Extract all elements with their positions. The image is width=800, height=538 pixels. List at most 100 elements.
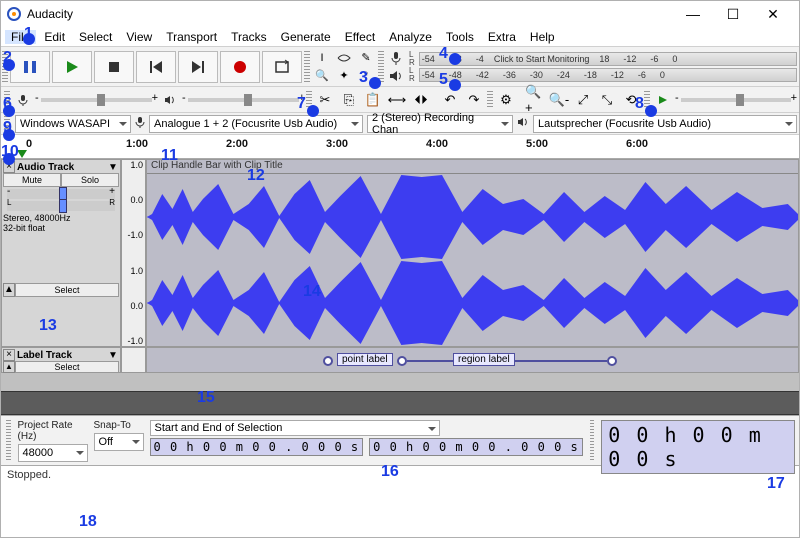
track-name[interactable]: Audio Track <box>17 162 105 173</box>
close-button[interactable]: ✕ <box>753 2 793 26</box>
track-menu-dropdown[interactable]: ▼ <box>107 162 119 173</box>
menu-select[interactable]: Select <box>73 30 118 44</box>
audio-host-dropdown[interactable]: Windows WASAPI <box>15 115 131 133</box>
select-track-button[interactable]: Select <box>15 283 119 297</box>
gain-slider[interactable]: -+ <box>7 189 115 199</box>
envelope-tool-icon[interactable] <box>333 49 355 67</box>
audio-clip[interactable]: Clip Handle Bar with Clip Title <box>146 159 799 347</box>
select-track-button[interactable]: Select <box>15 361 119 373</box>
maximize-button[interactable]: ☐ <box>713 2 753 26</box>
menu-view[interactable]: View <box>120 30 158 44</box>
track-control-panel[interactable]: × Label Track ▼ ▲ Select <box>1 347 121 373</box>
selection-end-time[interactable]: 0 0 h 0 0 m 0 0 . 0 0 0 s <box>369 438 583 456</box>
rec-device-dropdown[interactable]: Analogue 1 + 2 (Focusrite Usb Audio) <box>149 115 363 133</box>
menu-tracks[interactable]: Tracks <box>225 30 273 44</box>
menu-analyze[interactable]: Analyze <box>383 30 438 44</box>
collapse-button[interactable]: ▲ <box>3 283 15 297</box>
pause-button[interactable] <box>10 51 50 83</box>
zoom-in-icon[interactable]: 🔍+ <box>524 90 546 110</box>
label-handle-icon[interactable] <box>607 356 617 366</box>
speaker-icon[interactable] <box>385 67 407 85</box>
label-handle-icon[interactable] <box>323 356 333 366</box>
project-rate-label: Project Rate (Hz) <box>18 420 88 442</box>
recording-meter[interactable]: -54-48 -4 Click to Start Monitoring 18-1… <box>419 52 797 66</box>
menu-transport[interactable]: Transport <box>160 30 223 44</box>
annotation-marker <box>645 105 657 117</box>
zoom-tool-icon[interactable]: 🔍 <box>311 67 333 85</box>
copy-icon[interactable]: ⎘ <box>338 90 360 110</box>
track-control-panel[interactable]: × Audio Track ▼ Mute Solo -+ LR Stereo, … <box>1 159 121 347</box>
track-close-button[interactable]: × <box>3 349 15 361</box>
menu-edit[interactable]: Edit <box>38 30 71 44</box>
setup-icon[interactable]: ⚙ <box>495 90 517 110</box>
track-name[interactable]: Label Track <box>17 350 105 361</box>
playback-meter[interactable]: -54-48-42-36-30-24-18-12-60 <box>419 68 797 82</box>
skip-start-button[interactable] <box>136 51 176 83</box>
toolbar-grip[interactable] <box>590 420 595 460</box>
draw-tool-icon[interactable]: ✎ <box>355 49 377 67</box>
play-volume-slider[interactable]: -+ <box>188 98 299 102</box>
track-empty-area[interactable] <box>1 391 799 415</box>
fit-project-icon[interactable]: ⤡ <box>596 90 618 110</box>
toolbar-grip[interactable] <box>6 420 11 460</box>
skip-end-button[interactable] <box>178 51 218 83</box>
fit-selection-icon[interactable]: ⤢ <box>572 90 594 110</box>
mute-button[interactable]: Mute <box>3 173 61 187</box>
stop-button[interactable] <box>94 51 134 83</box>
edit-toolbar-row: -+ -+ ✂ ⎘ 📋 ⟷ ⏴⏵ ↶ ↷ ⚙ 🔍+ 🔍- ⤢ ⤡ ⟲ -+ <box>1 87 799 113</box>
zoom-out-icon[interactable]: 🔍- <box>548 90 570 110</box>
selection-tool-icon[interactable]: I <box>311 49 333 67</box>
rec-channels-dropdown[interactable]: 2 (Stereo) Recording Chan <box>367 115 513 133</box>
timeline-ruler[interactable]: 01:002:003:004:005:006:00 <box>1 135 799 159</box>
rec-volume-slider[interactable]: -+ <box>41 98 152 102</box>
pan-slider[interactable]: LR <box>7 201 115 211</box>
label-track-row: × Label Track ▼ ▲ Select point label reg… <box>1 347 799 373</box>
toolbar-grip[interactable] <box>304 51 310 82</box>
timeshift-tool-icon[interactable]: ✦ <box>333 67 355 85</box>
mic-icon[interactable] <box>385 49 407 67</box>
vertical-scale[interactable]: 1.00.0-1.01.00.0-1.0 <box>121 159 146 347</box>
track-info: 32-bit float <box>3 223 119 233</box>
app-icon <box>7 7 21 21</box>
toolbar-grip[interactable] <box>487 91 493 109</box>
redo-icon[interactable]: ↷ <box>463 90 485 110</box>
track-menu-dropdown[interactable]: ▼ <box>107 350 119 361</box>
menu-extra[interactable]: Extra <box>482 30 522 44</box>
menu-generate[interactable]: Generate <box>275 30 337 44</box>
menu-tools[interactable]: Tools <box>440 30 480 44</box>
label-handle-icon[interactable] <box>397 356 407 366</box>
trim-icon[interactable]: ⟷ <box>386 90 408 110</box>
solo-button[interactable]: Solo <box>61 173 119 187</box>
region-label[interactable]: region label <box>453 353 515 366</box>
audio-position-time[interactable]: 0 0 h 0 0 m 0 0 s <box>601 420 795 474</box>
snapto-dropdown[interactable]: Off <box>94 433 144 451</box>
minimize-button[interactable]: — <box>673 2 713 26</box>
project-rate-dropdown[interactable]: 48000 <box>18 444 88 462</box>
selection-start-time[interactable]: 0 0 h 0 0 m 0 0 . 0 0 0 s <box>150 438 364 456</box>
play-speed-slider[interactable]: -+ <box>681 98 791 102</box>
paste-icon[interactable]: 📋 <box>362 90 384 110</box>
menu-effect[interactable]: Effect <box>339 30 381 44</box>
undo-icon[interactable]: ↶ <box>439 90 461 110</box>
meter-lr-label: LR <box>407 67 417 83</box>
annotation-12: 12 <box>247 167 265 185</box>
annotation-marker <box>369 77 381 89</box>
annotation-15: 15 <box>197 389 215 407</box>
menu-help[interactable]: Help <box>524 30 561 44</box>
selection-mode-dropdown[interactable]: Start and End of Selection <box>150 420 440 436</box>
loop-button[interactable] <box>262 51 302 83</box>
record-button[interactable] <box>220 51 260 83</box>
label-track-lane[interactable]: point label region label <box>146 347 799 373</box>
collapse-button[interactable]: ▲ <box>3 361 15 373</box>
snapto-label: Snap-To <box>94 420 144 431</box>
play-button[interactable] <box>52 51 92 83</box>
annotation-marker <box>449 79 461 91</box>
annotation-11: 11 <box>161 147 178 165</box>
clip-title-bar[interactable]: Clip Handle Bar with Clip Title <box>147 160 798 174</box>
silence-icon[interactable]: ⏴⏵ <box>410 90 432 110</box>
timeline-tick-label: 4:00 <box>426 138 448 150</box>
annotation-1: 1 <box>24 25 33 43</box>
point-label[interactable]: point label <box>337 353 393 366</box>
play-device-dropdown[interactable]: Lautsprecher (Focusrite Usb Audio) <box>533 115 797 133</box>
toolbar-grip[interactable] <box>378 51 384 82</box>
